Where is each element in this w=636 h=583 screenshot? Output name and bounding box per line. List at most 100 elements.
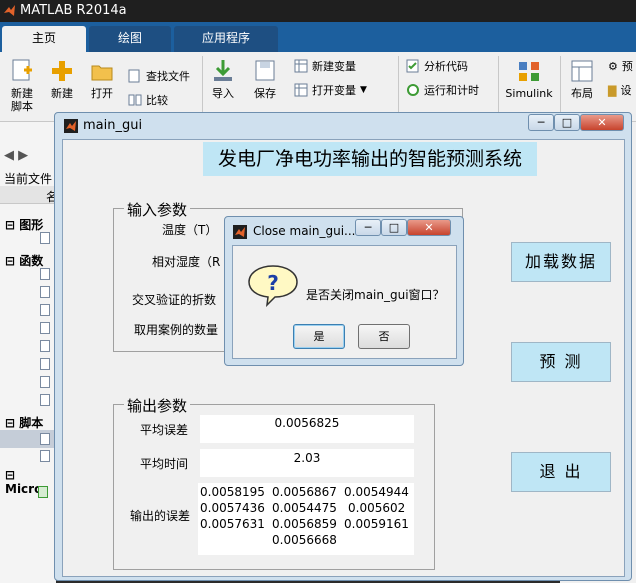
m-file-icon[interactable] — [40, 450, 50, 462]
import-label: 导入 — [212, 87, 234, 100]
avg-time-value: 2.03 — [200, 449, 414, 477]
m-file-icon[interactable] — [40, 376, 50, 388]
temperature-label: 温度（T） — [162, 223, 218, 237]
import-button[interactable]: 导入 — [208, 58, 238, 100]
section-functions[interactable]: ⊟ 函数 — [5, 252, 43, 269]
folds-label: 交叉验证的折数 — [132, 293, 217, 307]
nav-arrows[interactable]: ◀ ▶ — [4, 148, 28, 163]
minimize-button[interactable]: ─ — [528, 114, 554, 131]
exit-button[interactable]: 退 出 — [511, 452, 611, 492]
load-data-button[interactable]: 加载数据 — [511, 242, 611, 282]
error-value: 0.0058195 — [200, 485, 265, 499]
error-value: 0.005602 — [348, 501, 406, 515]
m-file-icon[interactable] — [40, 286, 50, 298]
close-dialog: Close main_gui... ─ □ ✕ ? 是否关闭main_gui窗口… — [224, 216, 464, 366]
current-folder-panel: ◀ ▶ 当前文件 名 ⊟ 图形 ⊟ 函数 ⊟ 脚本 ⊟ Micro — [0, 122, 58, 583]
find-files-label: 查找文件 — [146, 70, 190, 83]
new-label: 新建 — [51, 87, 73, 100]
layout-button[interactable]: 布局 — [566, 58, 598, 100]
ribbon-tabs: 主页 绘图 应用程序 — [0, 22, 636, 52]
dialog-body: ? 是否关闭main_gui窗口？ 是 否 — [232, 245, 457, 359]
current-folder-label: 当前文件 — [4, 172, 53, 186]
m-file-icon[interactable] — [40, 358, 50, 370]
new-variable-button[interactable]: 新建变量 — [294, 58, 356, 74]
ribbon-divider — [398, 56, 399, 116]
maximize-button[interactable]: □ — [381, 219, 407, 236]
open-button[interactable]: 打开 — [86, 58, 118, 100]
humidity-label: 相对湿度（R — [152, 255, 221, 269]
m-file-icon[interactable] — [40, 322, 50, 334]
output-panel-title: 输出参数 — [124, 395, 191, 416]
m-file-icon[interactable] — [40, 394, 50, 406]
save-button[interactable]: 保存 — [250, 58, 280, 100]
section-figures[interactable]: ⊟ 图形 — [5, 216, 43, 233]
excel-file-icon[interactable] — [38, 486, 48, 498]
section-functions-label: 函数 — [19, 254, 44, 268]
simulink-button[interactable]: Simulink — [504, 58, 554, 100]
yes-button[interactable]: 是 — [293, 324, 345, 349]
save-label: 保存 — [254, 87, 276, 100]
section-scripts[interactable]: ⊟ 脚本 — [5, 414, 43, 431]
set-path-button[interactable]: ▇ 设 — [608, 82, 631, 98]
error-value: 0.0056859 — [272, 517, 337, 531]
run-and-time-label: 运行和计时 — [424, 84, 479, 97]
tab-home[interactable]: 主页 — [2, 26, 86, 52]
m-file-icon[interactable] — [40, 340, 50, 352]
analyze-code-label: 分析代码 — [424, 60, 468, 73]
fig-file-icon[interactable] — [40, 232, 50, 244]
preferences-button[interactable]: ⚙ 预 — [608, 58, 633, 74]
minimize-button[interactable]: ─ — [355, 219, 381, 236]
ribbon-divider — [560, 56, 561, 116]
compare-icon — [128, 94, 142, 106]
new-plus-icon — [52, 61, 72, 81]
maximize-button[interactable]: □ — [554, 114, 580, 131]
new-script-button[interactable]: 新建 脚本 — [6, 58, 38, 113]
predict-button[interactable]: 预 测 — [511, 342, 611, 382]
layout-label: 布局 — [571, 87, 593, 100]
error-value: 0.0056867 — [272, 485, 337, 499]
find-files-icon — [128, 69, 140, 83]
matlab-title-bar: MATLAB R2014a — [0, 0, 636, 22]
no-button[interactable]: 否 — [358, 324, 410, 349]
output-panel: 输出参数 平均误差 0.0056825 平均时间 2.03 输出的误差 0.00… — [113, 395, 435, 570]
dialog-title: Close main_gui... — [253, 224, 356, 238]
window-title: main_gui — [83, 118, 143, 133]
folder-icon: ▇ — [608, 83, 617, 97]
run-and-time-button[interactable]: 运行和计时 — [406, 82, 479, 98]
analyze-code-button[interactable]: 分析代码 — [406, 58, 468, 74]
simulink-label: Simulink — [505, 87, 553, 100]
avg-error-label: 平均误差 — [140, 423, 189, 437]
svg-text:?: ? — [267, 271, 279, 295]
new-variable-icon — [294, 59, 308, 73]
tab-apps[interactable]: 应用程序 — [174, 26, 278, 52]
new-button[interactable]: 新建 — [46, 58, 78, 100]
layout-icon — [571, 60, 593, 82]
chevron-down-icon[interactable]: ▼ — [360, 85, 367, 95]
compare-label: 比较 — [146, 94, 168, 107]
open-variable-button[interactable]: 打开变量 ▼ — [294, 82, 367, 98]
name-column-header[interactable]: 名 — [0, 186, 58, 204]
error-value: 0.0056668 — [272, 533, 337, 547]
m-file-icon[interactable] — [40, 268, 50, 280]
folder-open-icon — [91, 65, 113, 81]
error-value: 0.0054944 — [344, 485, 409, 499]
close-button[interactable]: ✕ — [580, 114, 624, 131]
section-microsoft[interactable]: ⊟ Micro — [5, 468, 56, 496]
close-button[interactable]: ✕ — [407, 219, 451, 236]
error-value: 0.0054475 — [272, 501, 337, 515]
new-variable-label: 新建变量 — [312, 60, 356, 73]
error-value: 0.0057436 — [200, 501, 265, 515]
new-script-icon — [12, 59, 32, 81]
selected-file-row[interactable] — [0, 430, 56, 448]
open-variable-label: 打开变量 — [312, 84, 356, 97]
simulink-icon — [519, 62, 539, 81]
find-files-button[interactable]: 查找文件 — [128, 68, 190, 84]
app-title: MATLAB R2014a — [20, 3, 127, 18]
analyze-code-icon — [406, 59, 419, 73]
open-variable-icon — [294, 83, 308, 97]
m-file-icon[interactable] — [40, 304, 50, 316]
tab-plots[interactable]: 绘图 — [89, 26, 171, 52]
section-microsoft-label: Micro — [5, 482, 43, 496]
output-errors-label: 输出的误差 — [130, 509, 191, 523]
compare-button[interactable]: 比较 — [128, 92, 168, 108]
